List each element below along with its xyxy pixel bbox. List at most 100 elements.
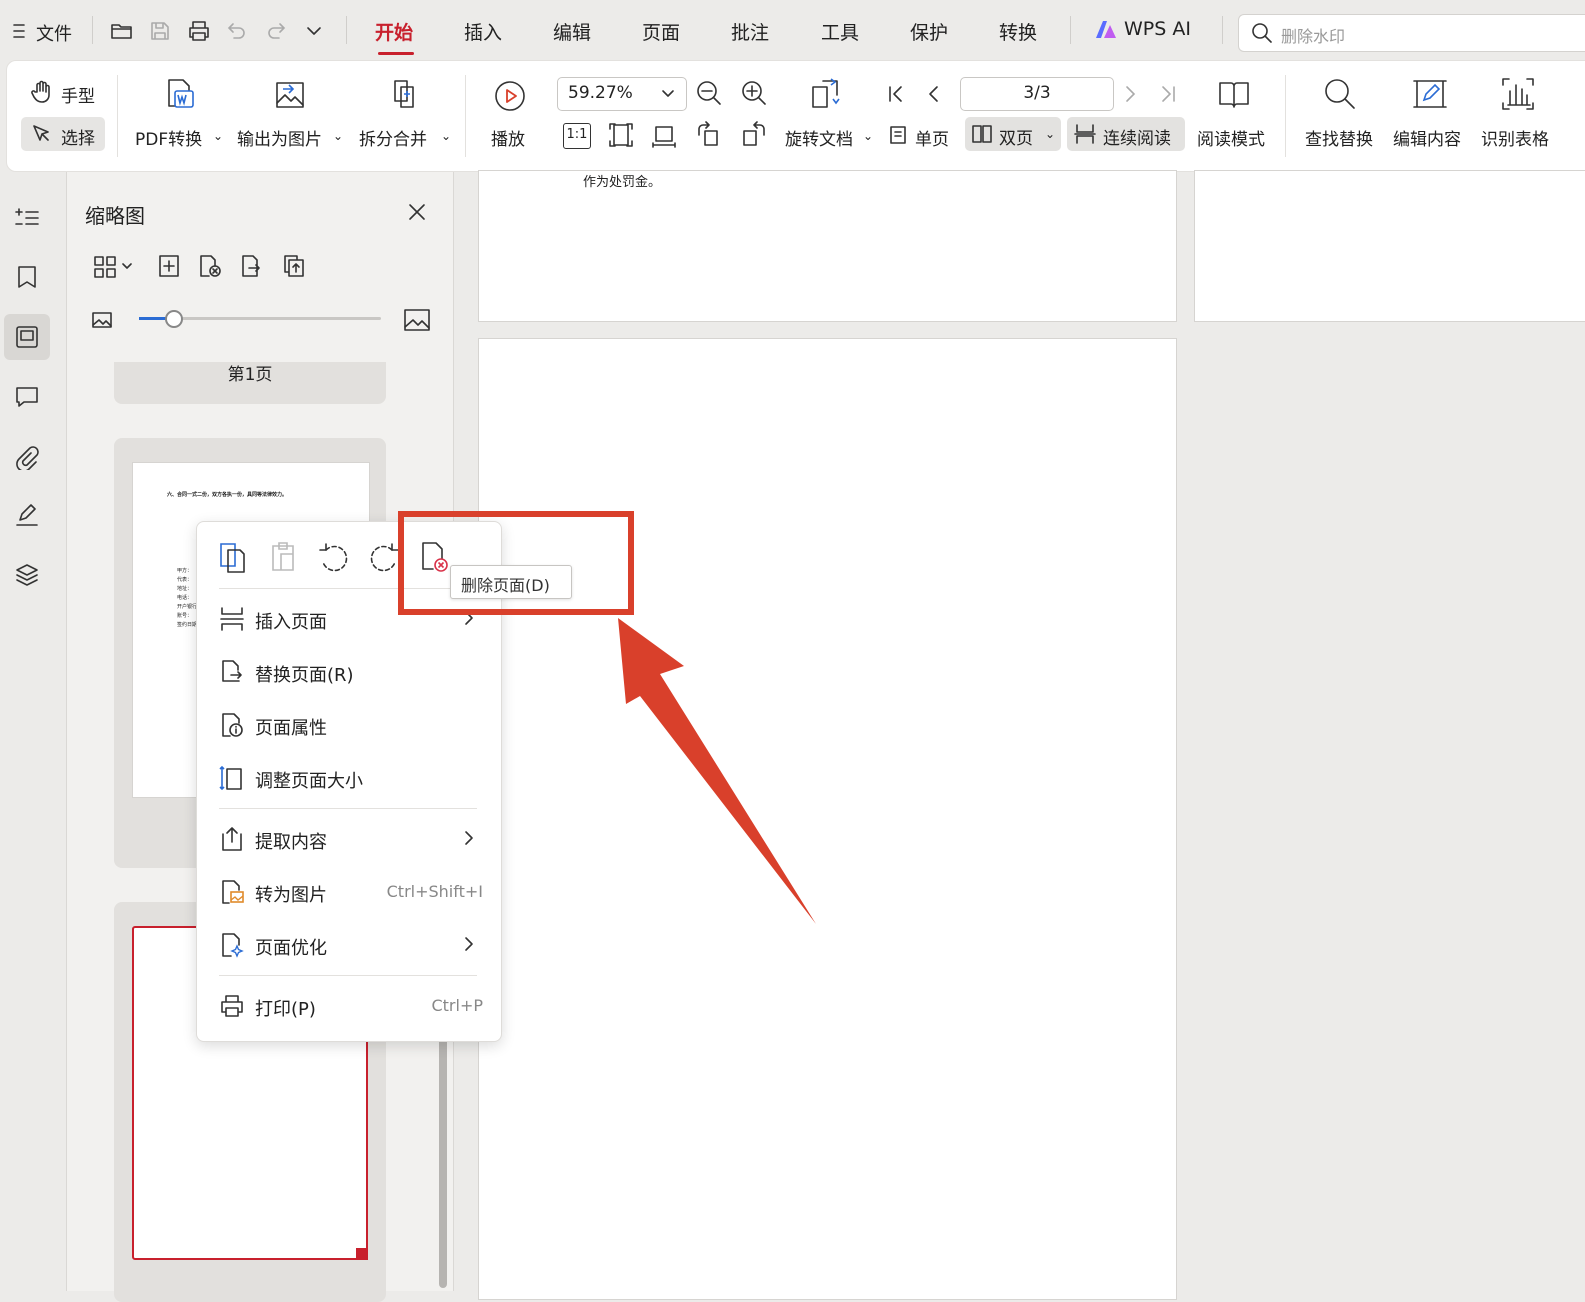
thumbnail-page-1[interactable]: 第1页	[114, 362, 386, 404]
continuous-reading-button[interactable]: 连续阅读	[1067, 117, 1185, 151]
annotation-arrow	[618, 618, 816, 924]
export-image-button[interactable]: 输出为图片 ⌄	[235, 73, 343, 159]
side-rail	[0, 172, 67, 1291]
copy-page-icon[interactable]	[217, 540, 251, 574]
play-button[interactable]: 播放	[485, 73, 539, 159]
menu-item-label: 替换页面(R)	[255, 665, 354, 686]
tab-start[interactable]: 开始	[375, 18, 413, 45]
print-icon[interactable]	[187, 20, 211, 42]
signature-icon[interactable]	[14, 502, 40, 528]
edit-content-button[interactable]: 编辑内容	[1391, 73, 1471, 159]
cursor-icon	[31, 123, 53, 145]
open-folder-icon[interactable]	[110, 20, 134, 42]
menu-item-resize-page[interactable]: 调整页面大小	[197, 755, 501, 799]
thumbnail-tab[interactable]	[4, 314, 50, 360]
split-merge-button[interactable]: 拆分合并 ⌄	[357, 73, 453, 159]
recognize-table-button[interactable]: 识别表格	[1479, 73, 1559, 159]
single-page-button[interactable]: 单页	[883, 119, 959, 151]
fit-page-icon[interactable]	[607, 121, 635, 149]
rotate-left-icon[interactable]	[695, 121, 723, 149]
add-page-icon[interactable]	[157, 254, 181, 278]
fit-width-icon[interactable]	[650, 121, 678, 149]
double-page-icon	[971, 123, 993, 145]
pdf-convert-button[interactable]: PDF转换 ⌄	[133, 73, 225, 159]
grid-view-icon[interactable]	[93, 254, 135, 278]
selection-marker	[356, 1248, 368, 1260]
dropdown-caret-icon: ⌄	[333, 129, 344, 143]
menu-icon[interactable]	[12, 22, 28, 40]
menu-item-label: 打印(P)	[255, 999, 316, 1020]
rotate-document-button[interactable]: 旋转文档 ⌄	[783, 73, 875, 159]
paste-page-icon[interactable]	[267, 540, 301, 574]
double-page-button[interactable]: 双页 ⌄	[965, 117, 1061, 151]
recognize-table-icon	[1501, 77, 1535, 111]
bookmark-icon[interactable]	[14, 264, 40, 290]
thumbnail-icon	[14, 324, 40, 350]
small-image-icon	[91, 310, 113, 330]
outline-icon[interactable]	[14, 206, 40, 230]
slider-handle[interactable]	[165, 310, 183, 328]
zoom-select[interactable]: 59.27%	[557, 77, 687, 111]
delete-page-small-icon[interactable]	[197, 254, 223, 278]
tab-protect[interactable]: 保护	[910, 18, 948, 45]
tab-page[interactable]: 页面	[642, 18, 680, 45]
file-menu[interactable]: 文件	[36, 20, 72, 46]
divider	[117, 75, 118, 157]
tab-insert[interactable]: 插入	[464, 18, 502, 45]
zoom-out-icon[interactable]	[695, 79, 723, 107]
thumbnail-size-slider[interactable]	[139, 310, 381, 328]
reading-mode-button[interactable]: 阅读模式	[1195, 73, 1275, 159]
prev-page-icon[interactable]	[923, 83, 945, 105]
layers-icon[interactable]	[14, 562, 40, 588]
menu-bar: 文件 开始 插入 编辑 页面 批注 工具 保护 转换 WPS AI 删除水印	[0, 0, 1585, 60]
panel-scrollbar[interactable]	[439, 1038, 447, 1288]
last-page-icon[interactable]	[1157, 83, 1179, 105]
search-input[interactable]: 删除水印	[1238, 14, 1585, 52]
select-tool-button[interactable]: 选择	[21, 117, 105, 151]
menu-item-convert-to-image[interactable]: 转为图片 Ctrl+Shift+I	[197, 869, 501, 913]
rotate-left-icon[interactable]	[317, 542, 351, 574]
rotate-right-icon[interactable]	[740, 121, 768, 149]
hand-tool-button[interactable]: 手型	[21, 75, 103, 109]
next-page-icon[interactable]	[1119, 83, 1141, 105]
menu-item-print[interactable]: 打印(P) Ctrl+P	[197, 983, 501, 1027]
dropdown-caret-icon: ⌄	[441, 129, 452, 143]
menu-item-page-properties[interactable]: 页面属性	[197, 702, 501, 746]
find-replace-button[interactable]: 查找替换	[1303, 73, 1383, 159]
divider	[346, 16, 347, 44]
edit-content-icon	[1413, 77, 1447, 111]
chevron-down-icon	[660, 87, 676, 101]
dropdown-caret-icon: ⌄	[863, 129, 874, 143]
undo-icon[interactable]	[226, 20, 248, 42]
recognize-table-label: 识别表格	[1481, 130, 1549, 150]
page-number-value: 3/3	[1023, 83, 1051, 103]
actual-size-button[interactable]: 1:1	[563, 123, 591, 149]
menu-item-page-optimize[interactable]: 页面优化	[197, 922, 501, 966]
magnifier-icon	[1323, 77, 1357, 111]
tab-annotate[interactable]: 批注	[731, 18, 769, 45]
pdf-convert-label: PDF转换	[135, 130, 203, 150]
menu-item-replace-page[interactable]: 替换页面(R)	[197, 649, 501, 693]
tab-tools[interactable]: 工具	[821, 18, 859, 45]
close-icon[interactable]	[407, 202, 427, 222]
first-page-icon[interactable]	[885, 83, 907, 105]
print-icon	[219, 993, 245, 1019]
replace-page-icon[interactable]	[239, 254, 265, 278]
wps-ai-button[interactable]: WPS AI	[1124, 18, 1191, 40]
attachment-icon[interactable]	[14, 444, 40, 470]
save-icon[interactable]	[149, 20, 171, 42]
convert-image-icon	[219, 879, 245, 905]
tab-convert[interactable]: 转换	[999, 18, 1037, 45]
hand-icon	[31, 80, 53, 104]
page-number-input[interactable]: 3/3	[960, 77, 1114, 111]
large-image-icon	[403, 308, 431, 332]
rotate-right-icon[interactable]	[367, 542, 401, 574]
divider	[219, 975, 477, 976]
tab-edit[interactable]: 编辑	[553, 18, 591, 45]
comment-icon[interactable]	[14, 384, 40, 410]
chevron-down-icon[interactable]	[305, 24, 323, 38]
menu-item-extract-content[interactable]: 提取内容	[197, 816, 501, 860]
extract-page-icon[interactable]	[281, 254, 307, 278]
zoom-in-icon[interactable]	[740, 79, 768, 107]
redo-icon[interactable]	[265, 20, 287, 42]
